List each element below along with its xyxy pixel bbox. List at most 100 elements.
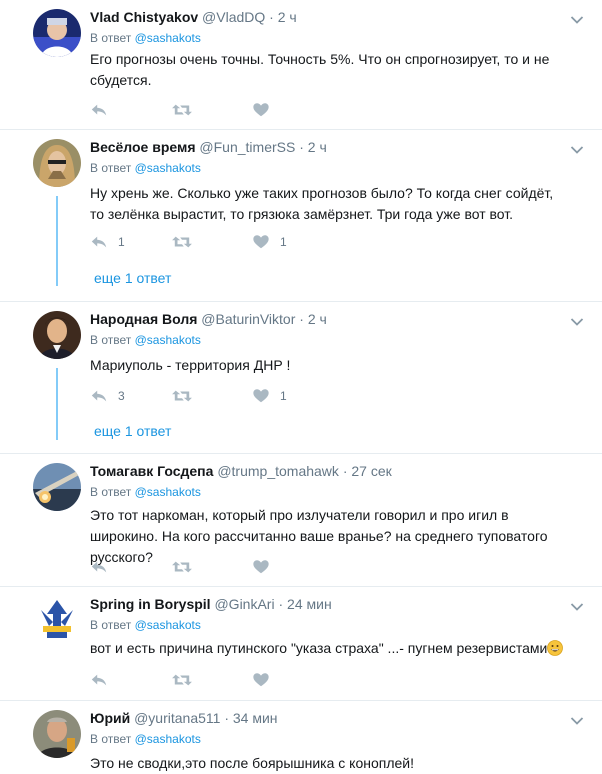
- reply-button[interactable]: 1: [90, 232, 125, 252]
- separator: ·: [269, 9, 274, 25]
- reply-button[interactable]: [90, 670, 108, 690]
- reply-count: 1: [118, 235, 125, 249]
- reply-prefix: В ответ: [90, 485, 132, 499]
- chevron-down-icon[interactable]: [570, 12, 584, 22]
- reply-icon: [90, 387, 108, 405]
- reply-to-link[interactable]: @sashakots: [135, 161, 201, 175]
- reply-icon: [90, 558, 108, 576]
- separator: ·: [278, 596, 284, 612]
- tweet-header: Vlad Chistyakov @VladDQ · 2 ч: [90, 9, 297, 25]
- display-name[interactable]: Юрий: [90, 710, 130, 726]
- heart-icon: [252, 233, 270, 251]
- tweet[interactable]: Народная Воля @BaturinViktor · 2 ч В отв…: [0, 302, 602, 454]
- tweet-actions: [90, 100, 290, 120]
- tweet-header: Spring in Boryspil @GinkAri · 24 мин: [90, 596, 332, 612]
- avatar[interactable]: [33, 463, 81, 511]
- username[interactable]: @GinkAri: [214, 596, 274, 612]
- chevron-down-icon[interactable]: [570, 599, 584, 609]
- avatar[interactable]: [33, 710, 81, 758]
- tweet[interactable]: Vlad Chistyakov @VladDQ · 2 ч В ответ @s…: [0, 0, 602, 130]
- retweet-button[interactable]: [171, 670, 193, 690]
- username[interactable]: @VladDQ: [202, 9, 265, 25]
- reply-to-link[interactable]: @sashakots: [135, 618, 201, 632]
- reply-button[interactable]: [90, 557, 108, 577]
- timestamp[interactable]: 34 мин: [233, 710, 278, 726]
- retweet-button[interactable]: [171, 557, 193, 577]
- reply-count: 3: [118, 389, 125, 403]
- username[interactable]: @BaturinViktor: [201, 311, 295, 327]
- reply-to-link[interactable]: @sashakots: [135, 333, 201, 347]
- avatar[interactable]: [33, 311, 81, 359]
- chevron-down-icon[interactable]: [570, 713, 584, 723]
- tweet-header: Народная Воля @BaturinViktor · 2 ч: [90, 311, 327, 327]
- like-button[interactable]: [252, 557, 270, 577]
- like-button[interactable]: 1: [252, 232, 287, 252]
- reply-to-link[interactable]: @sashakots: [135, 732, 201, 746]
- display-name[interactable]: Весёлое время: [90, 139, 196, 155]
- retweet-button[interactable]: [171, 100, 193, 120]
- timestamp[interactable]: 2 ч: [278, 9, 297, 25]
- reply-icon: [90, 233, 108, 251]
- show-more-replies-link[interactable]: еще 1 ответ: [94, 423, 171, 439]
- username[interactable]: @trump_tomahawk: [217, 463, 339, 479]
- heart-icon: [252, 558, 270, 576]
- reply-icon: [90, 671, 108, 689]
- tweet-text: Его прогнозы очень точны. Точность 5%. Ч…: [90, 51, 550, 88]
- tweet-text: Мариуполь - территория ДНР !: [90, 357, 291, 373]
- tweet-actions: 1 1: [90, 232, 290, 252]
- tweet[interactable]: Юрий @yuritana511 · 34 мин В ответ @sash…: [0, 701, 602, 774]
- retweet-button[interactable]: [171, 386, 193, 406]
- grinning-face-emoji: [547, 640, 564, 656]
- heart-icon: [252, 101, 270, 119]
- reply-prefix: В ответ: [90, 161, 132, 175]
- chevron-down-icon[interactable]: [570, 142, 584, 152]
- like-button[interactable]: 1: [252, 386, 287, 406]
- tweet-header: Томагавк Госдепа @trump_tomahawk · 27 се…: [90, 463, 392, 479]
- reply-context: В ответ @sashakots: [90, 161, 201, 175]
- tweet-actions: [90, 557, 290, 577]
- tweet-text-body: вот и есть причина путинского "указа стр…: [90, 640, 548, 656]
- avatar[interactable]: [33, 596, 81, 644]
- show-more-replies-link[interactable]: еще 1 ответ: [94, 270, 171, 286]
- display-name[interactable]: Томагавк Госдепа: [90, 463, 213, 479]
- timestamp[interactable]: 2 ч: [308, 311, 327, 327]
- replies-feed: Vlad Chistyakov @VladDQ · 2 ч В ответ @s…: [0, 0, 602, 774]
- reply-to-link[interactable]: @sashakots: [135, 31, 201, 45]
- tweet[interactable]: Весёлое время @Fun_timerSS · 2 ч В ответ…: [0, 130, 602, 302]
- chevron-down-icon[interactable]: [570, 314, 584, 324]
- reply-button[interactable]: [90, 100, 108, 120]
- tweet[interactable]: Spring in Boryspil @GinkAri · 24 мин В о…: [0, 587, 602, 701]
- separator: ·: [299, 311, 304, 327]
- timestamp[interactable]: 27 сек: [351, 463, 391, 479]
- timestamp[interactable]: 2 ч: [308, 139, 327, 155]
- display-name[interactable]: Spring in Boryspil: [90, 596, 211, 612]
- like-button[interactable]: [252, 670, 270, 690]
- display-name[interactable]: Vlad Chistyakov: [90, 9, 198, 25]
- like-button[interactable]: [252, 100, 270, 120]
- retweet-button[interactable]: [171, 232, 193, 252]
- reply-prefix: В ответ: [90, 31, 132, 45]
- username[interactable]: @Fun_timerSS: [199, 139, 295, 155]
- reply-context: В ответ @sashakots: [90, 485, 201, 499]
- display-name[interactable]: Народная Воля: [90, 311, 197, 327]
- reply-context: В ответ @sashakots: [90, 333, 201, 347]
- username[interactable]: @yuritana511: [134, 710, 220, 726]
- retweet-icon: [171, 233, 193, 251]
- reply-prefix: В ответ: [90, 618, 132, 632]
- reply-to-link[interactable]: @sashakots: [135, 485, 201, 499]
- reply-button[interactable]: 3: [90, 386, 125, 406]
- separator: ·: [299, 139, 304, 155]
- separator: ·: [224, 710, 229, 726]
- tweet[interactable]: Томагавк Госдепа @trump_tomahawk · 27 се…: [0, 454, 602, 587]
- heart-icon: [252, 671, 270, 689]
- thread-line: [56, 368, 58, 440]
- tweet-header: Юрий @yuritana511 · 34 мин: [90, 710, 278, 726]
- avatar[interactable]: [33, 9, 81, 57]
- tweet-actions: [90, 670, 290, 690]
- tweet-text: Ну хрень же. Сколько уже таких прогнозов…: [90, 185, 554, 222]
- reply-context: В ответ @sashakots: [90, 732, 201, 746]
- timestamp[interactable]: 24 мин: [287, 596, 332, 612]
- avatar[interactable]: [33, 139, 81, 187]
- thread-line: [56, 196, 58, 286]
- retweet-icon: [171, 558, 193, 576]
